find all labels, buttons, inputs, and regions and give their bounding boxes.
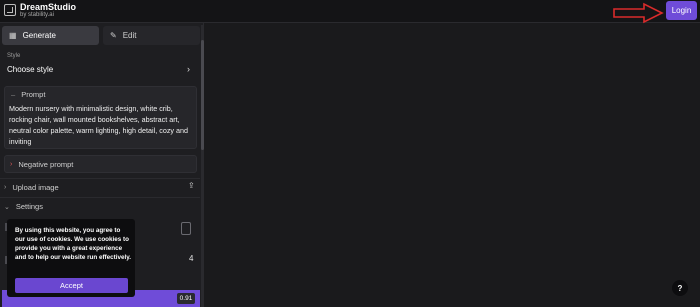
- negative-prompt-label: Negative prompt: [18, 159, 74, 169]
- grid-icon: ▦: [9, 31, 17, 40]
- brand-subtitle: by stability.ai: [20, 12, 54, 18]
- prompt-input[interactable]: Modern nursery with minimalistic design,…: [9, 103, 195, 147]
- help-button[interactable]: ?: [672, 280, 688, 296]
- dreamstudio-logo-icon: [4, 4, 16, 16]
- login-button[interactable]: Login: [666, 1, 697, 20]
- setting-toggle[interactable]: [181, 222, 191, 235]
- chevron-right-icon: ›: [10, 160, 13, 168]
- minus-icon: –: [11, 90, 16, 99]
- negative-prompt-toggle[interactable]: › Negative prompt: [4, 155, 197, 173]
- chevron-right-icon: ›: [4, 184, 7, 191]
- tab-edit-label: Edit: [122, 31, 137, 40]
- style-caption: Style: [7, 53, 21, 59]
- top-bar: DreamStudio by stability.ai Login: [0, 0, 700, 24]
- sidebar-scrollbar-thumb[interactable]: [201, 40, 204, 150]
- upload-image-row[interactable]: › Upload image: [0, 178, 200, 196]
- cookie-message: By using this website, you agree to our …: [15, 227, 132, 261]
- prompt-header[interactable]: – Prompt: [11, 90, 45, 99]
- upload-icon[interactable]: ⇪: [188, 181, 195, 190]
- setting-value-badge: 0.91: [177, 293, 195, 304]
- tab-generate-label: Generate: [22, 31, 56, 40]
- accept-cookies-button[interactable]: Accept: [15, 278, 128, 293]
- cookie-consent-popup: By using this website, you agree to our …: [7, 219, 135, 297]
- style-selector[interactable]: Choose style: [7, 65, 53, 74]
- chevron-right-icon[interactable]: ›: [187, 64, 190, 74]
- settings-row[interactable]: ⌄ Settings: [0, 197, 200, 215]
- tab-generate[interactable]: ▦ Generate: [2, 26, 99, 45]
- setting-value: 4: [189, 254, 194, 263]
- app-root: DreamStudio by stability.ai Login ▦ Gene…: [0, 0, 700, 307]
- prompt-label: Prompt: [21, 90, 46, 99]
- red-arrow-annotation-icon: [613, 2, 664, 24]
- settings-label: Settings: [15, 202, 43, 211]
- edit-icon: ✎: [110, 31, 117, 40]
- prompt-panel: – Prompt Modern nursery with minimalisti…: [4, 86, 197, 149]
- upload-image-label: Upload image: [12, 183, 59, 192]
- tab-edit[interactable]: ✎ Edit: [103, 26, 200, 45]
- chevron-down-icon: ⌄: [4, 203, 10, 211]
- brand-name: DreamStudio: [20, 2, 77, 12]
